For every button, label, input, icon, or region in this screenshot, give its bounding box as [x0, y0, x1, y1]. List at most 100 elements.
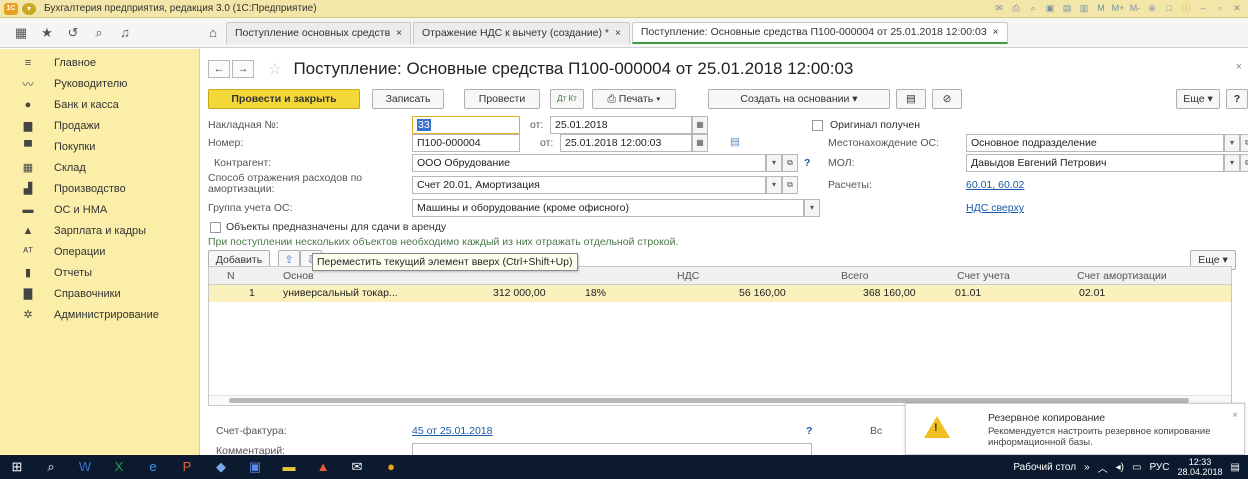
excel-icon[interactable]: X [102, 455, 136, 479]
calendar-icon[interactable]: ▦ [692, 116, 708, 134]
clock[interactable]: 12:33 28.04.2018 [1178, 457, 1223, 477]
notifications-bell-icon[interactable]: ♫ [112, 22, 138, 44]
open-link-icon[interactable]: ⧉ [782, 154, 798, 172]
powerpoint-icon[interactable]: P [170, 455, 204, 479]
backup-notification[interactable]: ! Резервное копирование Рекомендуется на… [905, 403, 1245, 455]
info-icon[interactable]: ⓘ [1179, 2, 1193, 15]
sidebar-item-reports[interactable]: ▮ Отчеты [0, 262, 199, 283]
rent-checkbox[interactable] [210, 222, 221, 233]
open-link-icon[interactable]: ⧉ [782, 176, 798, 194]
calendar-icon[interactable]: ▦ [692, 134, 708, 152]
location-field[interactable]: Основное подразделение [966, 134, 1224, 152]
sidebar-item-purchases[interactable]: ▀ Покупки [0, 136, 199, 157]
close-form-icon[interactable]: × [1236, 61, 1242, 73]
sidebar-item-operations[interactable]: ᴬᵀ Операции [0, 241, 199, 262]
post-and-close-button[interactable]: Провести и закрыть [208, 89, 360, 109]
search-icon[interactable]: ⌕ [34, 455, 68, 479]
number-field[interactable]: П100-000004 [412, 134, 520, 152]
close-window-icon[interactable]: ✕ [1230, 2, 1244, 15]
app-icon[interactable]: ◆ [204, 455, 238, 479]
tab-close-icon[interactable]: × [615, 28, 621, 39]
invoice-no-field[interactable]: 33 [412, 116, 520, 134]
window-icon[interactable]: □ [1162, 2, 1176, 15]
mail-icon[interactable]: ✉ [340, 455, 374, 479]
favorites-star-icon[interactable]: ★ [34, 22, 60, 44]
invoice-date-field[interactable]: 25.01.2018 [550, 116, 692, 134]
app-icon[interactable]: ▲ [306, 455, 340, 479]
sidebar-item-fixed-assets[interactable]: ▬ ОС и НМА [0, 199, 199, 220]
volume-icon[interactable]: ◂) [1116, 462, 1124, 473]
chevron-down-icon[interactable]: ▾ [1224, 134, 1240, 152]
sidebar-item-main[interactable]: ≡ Главное [0, 52, 199, 73]
calc-icon[interactable]: ▥ [1077, 2, 1091, 15]
more-button[interactable]: Еще ▾ [1176, 89, 1220, 109]
tray-expand-icon[interactable]: » [1084, 462, 1090, 473]
memory-minus-button[interactable]: M- [1128, 2, 1142, 15]
mol-field[interactable]: Давыдов Евгений Петрович [966, 154, 1224, 172]
save-icon[interactable]: ▣ [238, 455, 272, 479]
create-based-on-button[interactable]: Создать на основании ▾ [708, 89, 890, 109]
print-check-icon[interactable]: ▤ [730, 136, 740, 148]
tab-vat-deduction[interactable]: Отражение НДС к вычету (создание) * × [413, 21, 630, 44]
chevron-down-icon[interactable]: ▾ [766, 154, 782, 172]
minimize-icon[interactable]: – [1196, 2, 1210, 15]
invoice-link[interactable]: 45 от 25.01.2018 [412, 425, 492, 437]
chevron-down-icon[interactable]: ▾ [766, 176, 782, 194]
action-center-icon[interactable]: ▤ [1231, 462, 1240, 473]
write-button[interactable]: Записать [372, 89, 444, 109]
print-button[interactable]: ⎙ Печать ▾ [592, 89, 676, 109]
attachment-icon[interactable]: ⊘ [932, 89, 962, 109]
settlements-link[interactable]: 60.01, 60.02 [966, 179, 1024, 191]
sidebar-item-salary[interactable]: ▲ Зарплата и кадры [0, 220, 199, 241]
history-icon[interactable]: ↺ [60, 22, 86, 44]
tab-receipt-document[interactable]: Поступление: Основные средства П100-0000… [631, 21, 1008, 44]
open-link-icon[interactable]: ⧉ [1240, 134, 1248, 152]
help-button[interactable]: ? [1226, 89, 1248, 109]
chevron-down-icon[interactable]: ▾ [804, 199, 820, 217]
main-menu-icon[interactable]: ▾ [22, 2, 36, 15]
word-icon[interactable]: W [68, 455, 102, 479]
favorite-star-icon[interactable]: ☆ [268, 60, 281, 78]
memory-m-button[interactable]: M [1094, 2, 1108, 15]
vat-on-top-link[interactable]: НДС сверху [966, 202, 1024, 214]
forward-button[interactable]: → [232, 60, 254, 78]
windows-start-icon[interactable]: ⊞ [0, 455, 34, 479]
sidebar-item-directories[interactable]: ▇ Справочники [0, 283, 199, 304]
search-icon[interactable]: ⌕ [1026, 2, 1040, 15]
chevron-up-icon[interactable]: ︿ [1098, 460, 1108, 475]
tab-fixed-assets-receipt[interactable]: Поступление основных средств × [226, 21, 412, 44]
mail-icon[interactable]: ✉ [992, 2, 1006, 15]
print-icon[interactable]: ⎙ [1009, 2, 1023, 15]
post-button[interactable]: Провести [464, 89, 540, 109]
calendar-icon[interactable]: ▤ [1060, 2, 1074, 15]
open-link-icon[interactable]: ⧉ [1240, 154, 1248, 172]
sidebar-item-production[interactable]: ▟ Производство [0, 178, 199, 199]
help-question-icon[interactable]: ? [806, 425, 812, 437]
asset-group-field[interactable]: Машины и оборудование (кроме офисного) [412, 199, 804, 217]
save-icon[interactable]: ▣ [1043, 2, 1057, 15]
counterparty-field[interactable]: ООО Обрудование [412, 154, 766, 172]
notification-close-icon[interactable]: × [1232, 410, 1238, 421]
search-icon[interactable]: ⌕ [86, 22, 112, 44]
number-date-field[interactable]: 25.01.2018 12:00:03 [560, 134, 692, 152]
table-row[interactable]: 1 универсальный токар... 312 000,00 18% … [209, 285, 1231, 302]
network-icon[interactable]: ▭ [1132, 462, 1141, 473]
sidebar-item-bank[interactable]: ● Банк и касса [0, 94, 199, 115]
comment-field[interactable] [412, 443, 812, 455]
explorer-icon[interactable]: ▬ [272, 455, 306, 479]
sidebar-item-sales[interactable]: ▆ Продажи [0, 115, 199, 136]
desktop-label[interactable]: Рабочий стол [1013, 462, 1076, 473]
chevron-down-icon[interactable]: ▾ [1224, 154, 1240, 172]
edge-icon[interactable]: e [136, 455, 170, 479]
1c-app-icon[interactable]: ● [374, 455, 408, 479]
sidebar-item-warehouse[interactable]: ▦ Склад [0, 157, 199, 178]
sidebar-item-admin[interactable]: ✲ Администрирование [0, 304, 199, 325]
zoom-icon[interactable]: ⊕ [1145, 2, 1159, 15]
tab-close-icon[interactable]: × [993, 27, 999, 38]
sections-grid-icon[interactable]: ▦ [8, 22, 34, 44]
dt-kt-button[interactable]: Дт Кт [550, 89, 584, 109]
home-icon[interactable]: ⌂ [200, 22, 226, 44]
memory-plus-button[interactable]: M+ [1111, 2, 1125, 15]
help-question-icon[interactable]: ? [804, 157, 810, 169]
language-indicator[interactable]: РУС [1149, 462, 1169, 473]
